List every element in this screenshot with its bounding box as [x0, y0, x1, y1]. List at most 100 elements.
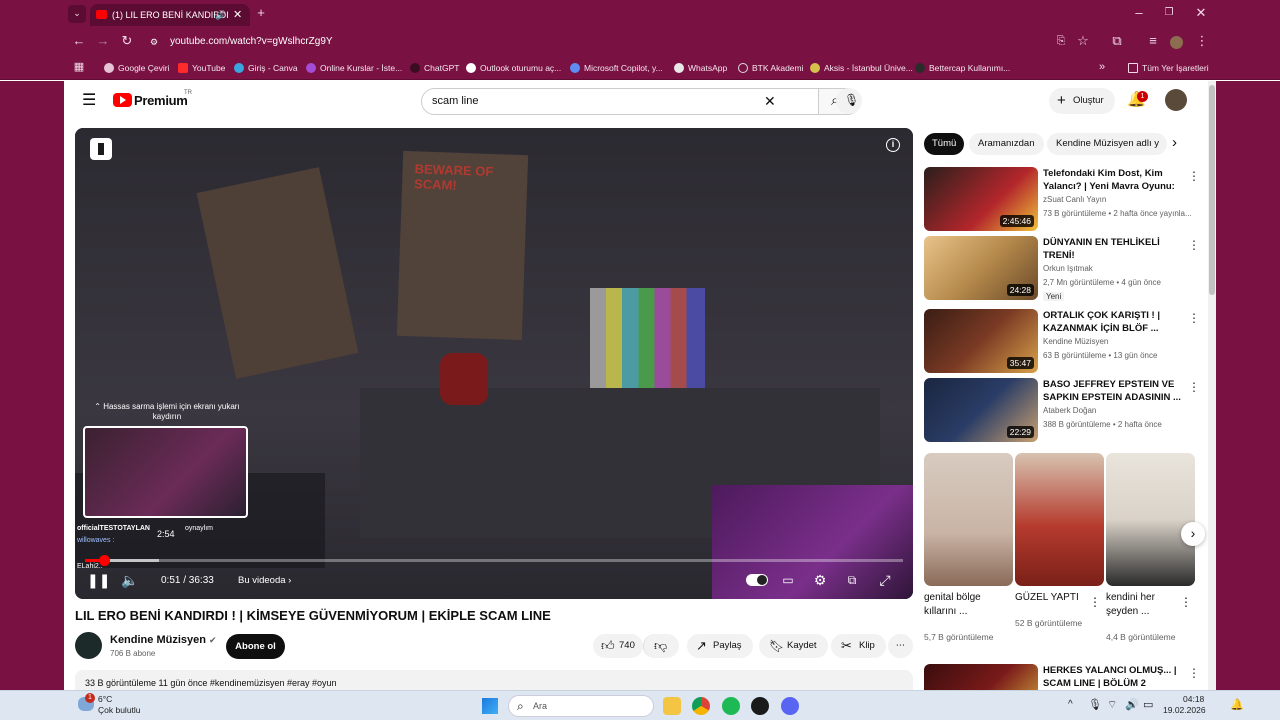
- video-player[interactable]: BEWARE OF SCAM! officialTESTOTAYLAN oyna…: [75, 128, 913, 599]
- tray-chevron-icon[interactable]: ^: [1068, 699, 1073, 710]
- wifi-icon[interactable]: ⌔: [1107, 698, 1117, 712]
- shorts-next-icon[interactable]: ›: [1181, 522, 1205, 546]
- bookmark-bettercap[interactable]: Bettercap Kullanımı...: [915, 60, 1010, 76]
- chip-from-search[interactable]: Aramanızdan: [969, 133, 1044, 155]
- video-thumbnail[interactable]: 24:28: [924, 236, 1038, 300]
- subscribe-button[interactable]: Abone ol: [226, 634, 285, 659]
- address-bar[interactable]: ⚙ youtube.com/watch?v=gWslhcrZg9Y: [145, 32, 1145, 52]
- chapter-button[interactable]: Bu videoda ›: [238, 575, 291, 586]
- profile-avatar[interactable]: [1170, 36, 1183, 49]
- back-icon[interactable]: ←: [70, 33, 88, 51]
- more-vertical-icon[interactable]: ⋮: [1188, 380, 1200, 394]
- short-thumbnail[interactable]: [924, 453, 1013, 586]
- fullscreen-icon[interactable]: ⤢: [876, 572, 894, 590]
- new-tab-icon[interactable]: +: [252, 5, 270, 23]
- sidebar-video[interactable]: 22:29 BASO JEFFREY EPSTEIN VE SAPKIN EPS…: [924, 378, 1208, 442]
- video-thumbnail[interactable]: 2:45:46: [924, 167, 1038, 231]
- active-tab[interactable]: (1) LIL ERO BENİ KANDIRDI 🔊 ✕: [90, 4, 250, 26]
- weather-temp[interactable]: 6°C: [98, 694, 112, 704]
- weather-desc[interactable]: Çok bulutlu: [98, 705, 141, 715]
- taskbar-search-box[interactable]: ⌕ Ara: [508, 695, 654, 717]
- video-thumbnail[interactable]: 35:47: [924, 309, 1038, 373]
- sidebar-video[interactable]: 35:47 ORTALIK ÇOK KARIŞTI ! | KAZANMAK İ…: [924, 309, 1208, 373]
- scrubber-handle[interactable]: [98, 555, 110, 566]
- more-vertical-icon[interactable]: ⋮: [1188, 238, 1200, 252]
- channel-name[interactable]: Kendine Müzisyen ✔: [110, 634, 217, 646]
- tab-search-chevron-icon[interactable]: ⌄: [68, 5, 86, 23]
- site-info-icon[interactable]: ⚙: [150, 32, 158, 52]
- video-thumbnail[interactable]: 22:29: [924, 378, 1038, 442]
- bookmark-online-kurslar[interactable]: Online Kurslar - İste...: [306, 60, 402, 76]
- more-bookmarks-icon[interactable]: »: [1093, 59, 1111, 77]
- battery-icon[interactable]: ▭: [1143, 698, 1153, 711]
- pause-icon[interactable]: ❚❚: [87, 572, 110, 590]
- chip-channel[interactable]: Kendine Müzisyen adlı y: [1047, 133, 1167, 155]
- chrome-menu-icon[interactable]: ⋮: [1193, 33, 1211, 51]
- chip-all[interactable]: Tümü: [924, 133, 965, 155]
- audio-playing-icon[interactable]: 🔊: [215, 4, 226, 26]
- channel-watermark-icon[interactable]: [90, 138, 112, 160]
- premium-logo-text[interactable]: Premium: [134, 93, 188, 108]
- more-vertical-icon[interactable]: ⋮: [1180, 595, 1192, 609]
- bookmark-btk[interactable]: BTK Akademi: [738, 60, 804, 76]
- info-icon[interactable]: i: [886, 138, 900, 152]
- subtitles-icon[interactable]: ▭: [779, 572, 797, 590]
- autoplay-toggle[interactable]: [746, 574, 768, 586]
- app-icon[interactable]: [751, 697, 769, 715]
- restore-icon[interactable]: ❐: [1160, 5, 1178, 23]
- bookmark-chatgpt[interactable]: ChatGPT: [410, 60, 459, 76]
- bookmark-youtube[interactable]: YouTube: [178, 60, 225, 76]
- short-item[interactable]: GÜZEL YAPTI 52 B görüntüleme ⋮: [1015, 453, 1104, 630]
- sidebar-video[interactable]: HERKES YALANCI OLMUŞ... | SCAM LINE | BÖ…: [924, 664, 1208, 690]
- discord-icon[interactable]: [781, 697, 799, 715]
- microphone-tray-icon[interactable]: 🎙: [1088, 698, 1102, 711]
- bookmark-whatsapp[interactable]: WhatsApp: [674, 60, 727, 76]
- bookmark-star-icon[interactable]: ☆: [1074, 33, 1092, 51]
- tab-close-icon[interactable]: ✕: [233, 4, 242, 26]
- bookmark-google-ceviri[interactable]: Google Çeviri: [104, 60, 170, 76]
- apps-grid-icon[interactable]: ▦: [70, 59, 88, 77]
- extensions-icon[interactable]: ⧉: [1108, 33, 1126, 51]
- more-actions-button[interactable]: ⋯: [888, 634, 913, 658]
- miniplayer-icon[interactable]: ⧉: [843, 572, 861, 590]
- start-windows-icon[interactable]: [482, 698, 498, 714]
- more-vertical-icon[interactable]: ⋮: [1089, 595, 1101, 609]
- forward-icon[interactable]: →: [94, 33, 112, 51]
- dislike-button[interactable]: 👎︎: [643, 634, 679, 658]
- spotify-icon[interactable]: [722, 697, 740, 715]
- chips-next-icon[interactable]: ›: [1172, 134, 1177, 151]
- reload-icon[interactable]: ↻: [118, 33, 136, 51]
- channel-avatar[interactable]: [75, 632, 102, 659]
- clock-time[interactable]: 04:18: [1183, 694, 1204, 704]
- more-vertical-icon[interactable]: ⋮: [1188, 169, 1200, 183]
- page-scrollbar[interactable]: [1208, 81, 1216, 690]
- share-button[interactable]: ↗ Paylaş: [687, 634, 753, 658]
- hamburger-menu-icon[interactable]: ☰: [82, 93, 96, 109]
- window-close-icon[interactable]: ✕: [1192, 5, 1210, 23]
- youtube-logo-icon[interactable]: [113, 93, 132, 107]
- file-explorer-icon[interactable]: [663, 697, 681, 715]
- sidebar-video[interactable]: 24:28 DÜNYANIN EN TEHLİKELİ TRENİ! Orkun…: [924, 236, 1208, 301]
- settings-gear-icon[interactable]: ⚙: [811, 572, 829, 590]
- minimize-icon[interactable]: –: [1130, 5, 1148, 23]
- account-avatar[interactable]: [1165, 89, 1187, 111]
- save-button[interactable]: 🔖︎ Kaydet: [759, 634, 828, 658]
- bookmark-aksis[interactable]: Aksis - İstanbul Ünive...: [810, 60, 913, 76]
- more-vertical-icon[interactable]: ⋮: [1188, 311, 1200, 325]
- sidebar-video[interactable]: 2:45:46 Telefondaki Kim Dost, Kim Yalanc…: [924, 167, 1208, 231]
- clock-date[interactable]: 19.02.2026: [1163, 705, 1206, 715]
- notifications-tray-icon[interactable]: 🔔: [1230, 698, 1244, 711]
- short-item[interactable]: genital bölge kıllarını ... 5,7 B görünt…: [924, 453, 1013, 644]
- install-app-icon[interactable]: ⎘: [1052, 33, 1070, 51]
- progress-bar[interactable]: [85, 555, 903, 566]
- voice-search-button[interactable]: 🎙: [836, 88, 862, 114]
- create-button[interactable]: + Oluştur: [1049, 88, 1115, 114]
- volume-icon[interactable]: 🔈: [121, 572, 139, 590]
- description-box[interactable]: 33 B görüntüleme 11 gün önce #kendinemüz…: [75, 670, 913, 690]
- chrome-icon[interactable]: [692, 697, 710, 715]
- clip-button[interactable]: ✂ Klip: [831, 634, 886, 658]
- like-button[interactable]: 👍︎ 740: [593, 634, 643, 658]
- bookmark-canva[interactable]: Giriş - Canva: [234, 60, 298, 76]
- volume-tray-icon[interactable]: 🔊: [1125, 698, 1139, 711]
- short-thumbnail[interactable]: [1015, 453, 1104, 586]
